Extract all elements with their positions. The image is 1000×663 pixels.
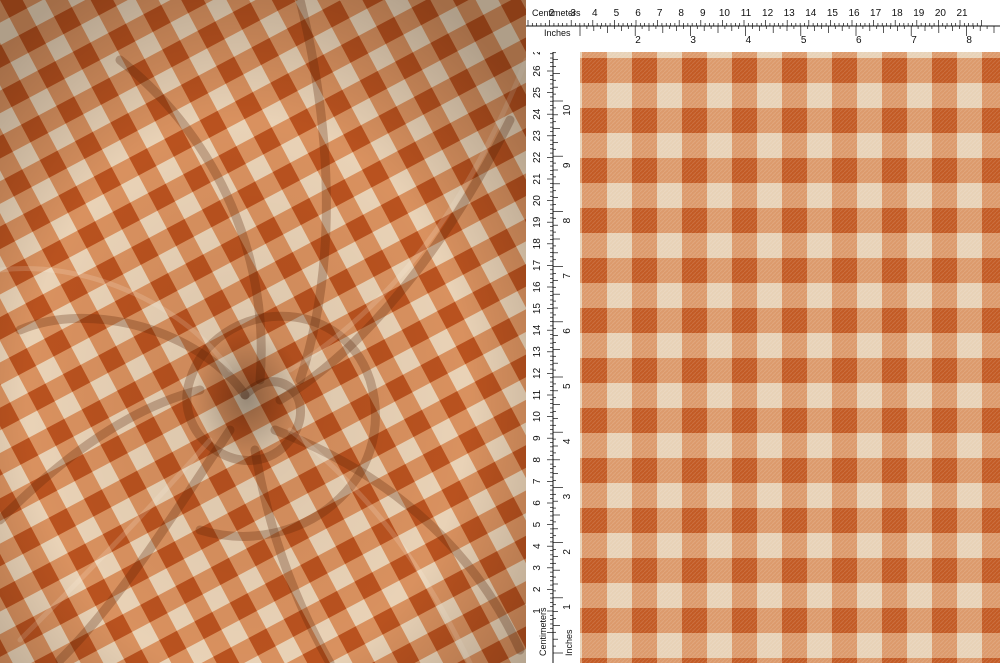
top-inch-tick-label: 4 — [746, 35, 752, 46]
left-cm-tick-label: 20 — [532, 195, 543, 207]
left-inch-tick-label: 10 — [562, 104, 573, 116]
left-inch-tick-label: 1 — [562, 604, 573, 610]
top-ruler-scale: Centimeters Inches 2 3 4 5 6 7 8 9 10 11 12 13 14 15 1… — [526, 8, 1000, 46]
left-ruler: 1 2 3 4 5 6 7 8 9 10 11 12 13 14 15 16 17 18 19 20 21 22 23 24 2… — [526, 52, 580, 663]
top-cm-tick-label: 8 — [678, 8, 684, 19]
left-inch-tick-label: 3 — [562, 493, 573, 499]
left-cm-tick-label: 3 — [532, 565, 543, 571]
left-cm-tick-label: 22 — [532, 151, 543, 163]
top-cm-tick-label: 20 — [935, 8, 947, 19]
left-cm-tick-label: 14 — [532, 324, 543, 336]
top-inch-tick-label: 6 — [856, 35, 862, 46]
flat-gingham-image — [580, 52, 1000, 663]
top-cm-tick-label: 14 — [805, 8, 817, 19]
top-cm-tick-label: 2 — [549, 8, 555, 19]
left-cm-tick-label: 5 — [532, 521, 543, 527]
left-cm-tick-label: 26 — [532, 65, 543, 77]
inches-label: Inches — [544, 28, 571, 38]
top-cm-tick-label: 17 — [870, 8, 882, 19]
top-cm-tick-label: 16 — [848, 8, 860, 19]
top-cm-tick-label: 19 — [913, 8, 925, 19]
left-cm-tick-label: 6 — [532, 500, 543, 506]
top-cm-tick-label: 4 — [592, 8, 598, 19]
left-inches-label: Inches — [564, 629, 574, 656]
left-cm-tick-label: 18 — [532, 238, 543, 250]
left-inch-tick-label: 6 — [562, 328, 573, 334]
top-ruler: Centimeters Inches 2 3 4 5 6 7 8 9 10 11 12 13 14 15 1… — [526, 0, 1000, 52]
top-cm-tick-label: 5 — [614, 8, 620, 19]
top-inch-tick-label: 7 — [911, 35, 917, 46]
fabric-flat-photo — [580, 52, 1000, 663]
top-cm-tick-label: 12 — [762, 8, 774, 19]
top-inch-tick-label: 5 — [801, 35, 807, 46]
left-cm-tick-label: 25 — [532, 87, 543, 99]
top-cm-tick-label: 11 — [741, 8, 752, 19]
left-cm-tick-label: 16 — [532, 281, 543, 293]
top-cm-tick-label: 15 — [827, 8, 839, 19]
left-centimeters-label: Centimeters — [538, 607, 548, 656]
left-inch-tick-label: 2 — [562, 549, 573, 555]
left-cm-tick-label: 19 — [532, 216, 543, 228]
left-cm-tick-label: 9 — [532, 435, 543, 441]
top-inch-tick-label: 3 — [690, 35, 696, 46]
left-ruler-scale: 1234567891011121314151617181920212223242… — [532, 52, 574, 663]
left-cm-tick-label: 10 — [532, 411, 543, 423]
top-cm-tick-label: 18 — [892, 8, 904, 19]
left-cm-tick-label: 17 — [532, 259, 543, 271]
left-cm-tick-label: 15 — [532, 303, 543, 315]
left-inch-tick-label: 9 — [562, 162, 573, 168]
left-inch-tick-label: 4 — [562, 438, 573, 444]
fabric-swirl-photo — [0, 0, 526, 663]
left-cm-tick-label: 13 — [532, 346, 543, 358]
left-cm-tick-label: 2 — [532, 586, 543, 592]
left-cm-tick-label: 21 — [532, 173, 543, 185]
left-cm-tick-label: 8 — [532, 457, 543, 463]
top-cm-tick-label: 10 — [719, 8, 731, 19]
left-cm-tick-label: 7 — [532, 478, 543, 484]
left-cm-tick-label: 23 — [532, 130, 543, 142]
left-cm-tick-label: 27 — [532, 52, 543, 55]
left-inch-tick-label: 7 — [562, 273, 573, 279]
left-inch-tick-label: 5 — [562, 383, 573, 389]
left-cm-tick-label: 4 — [532, 543, 543, 549]
top-cm-tick-label: 13 — [784, 8, 796, 19]
left-inch-tick-label: 8 — [562, 217, 573, 223]
swirl-gingham-image — [0, 0, 526, 663]
top-cm-tick-label: 9 — [700, 8, 706, 19]
top-cm-tick-label: 21 — [956, 8, 968, 19]
left-cm-tick-label: 11 — [532, 389, 543, 400]
top-inch-tick-label: 2 — [635, 35, 641, 46]
left-cm-tick-label: 12 — [532, 367, 543, 379]
top-cm-tick-label: 6 — [635, 8, 641, 19]
top-cm-tick-label: 7 — [657, 8, 663, 19]
left-cm-tick-label: 24 — [532, 108, 543, 120]
top-inch-tick-label: 8 — [966, 35, 972, 46]
top-cm-tick-label: 3 — [570, 8, 576, 19]
